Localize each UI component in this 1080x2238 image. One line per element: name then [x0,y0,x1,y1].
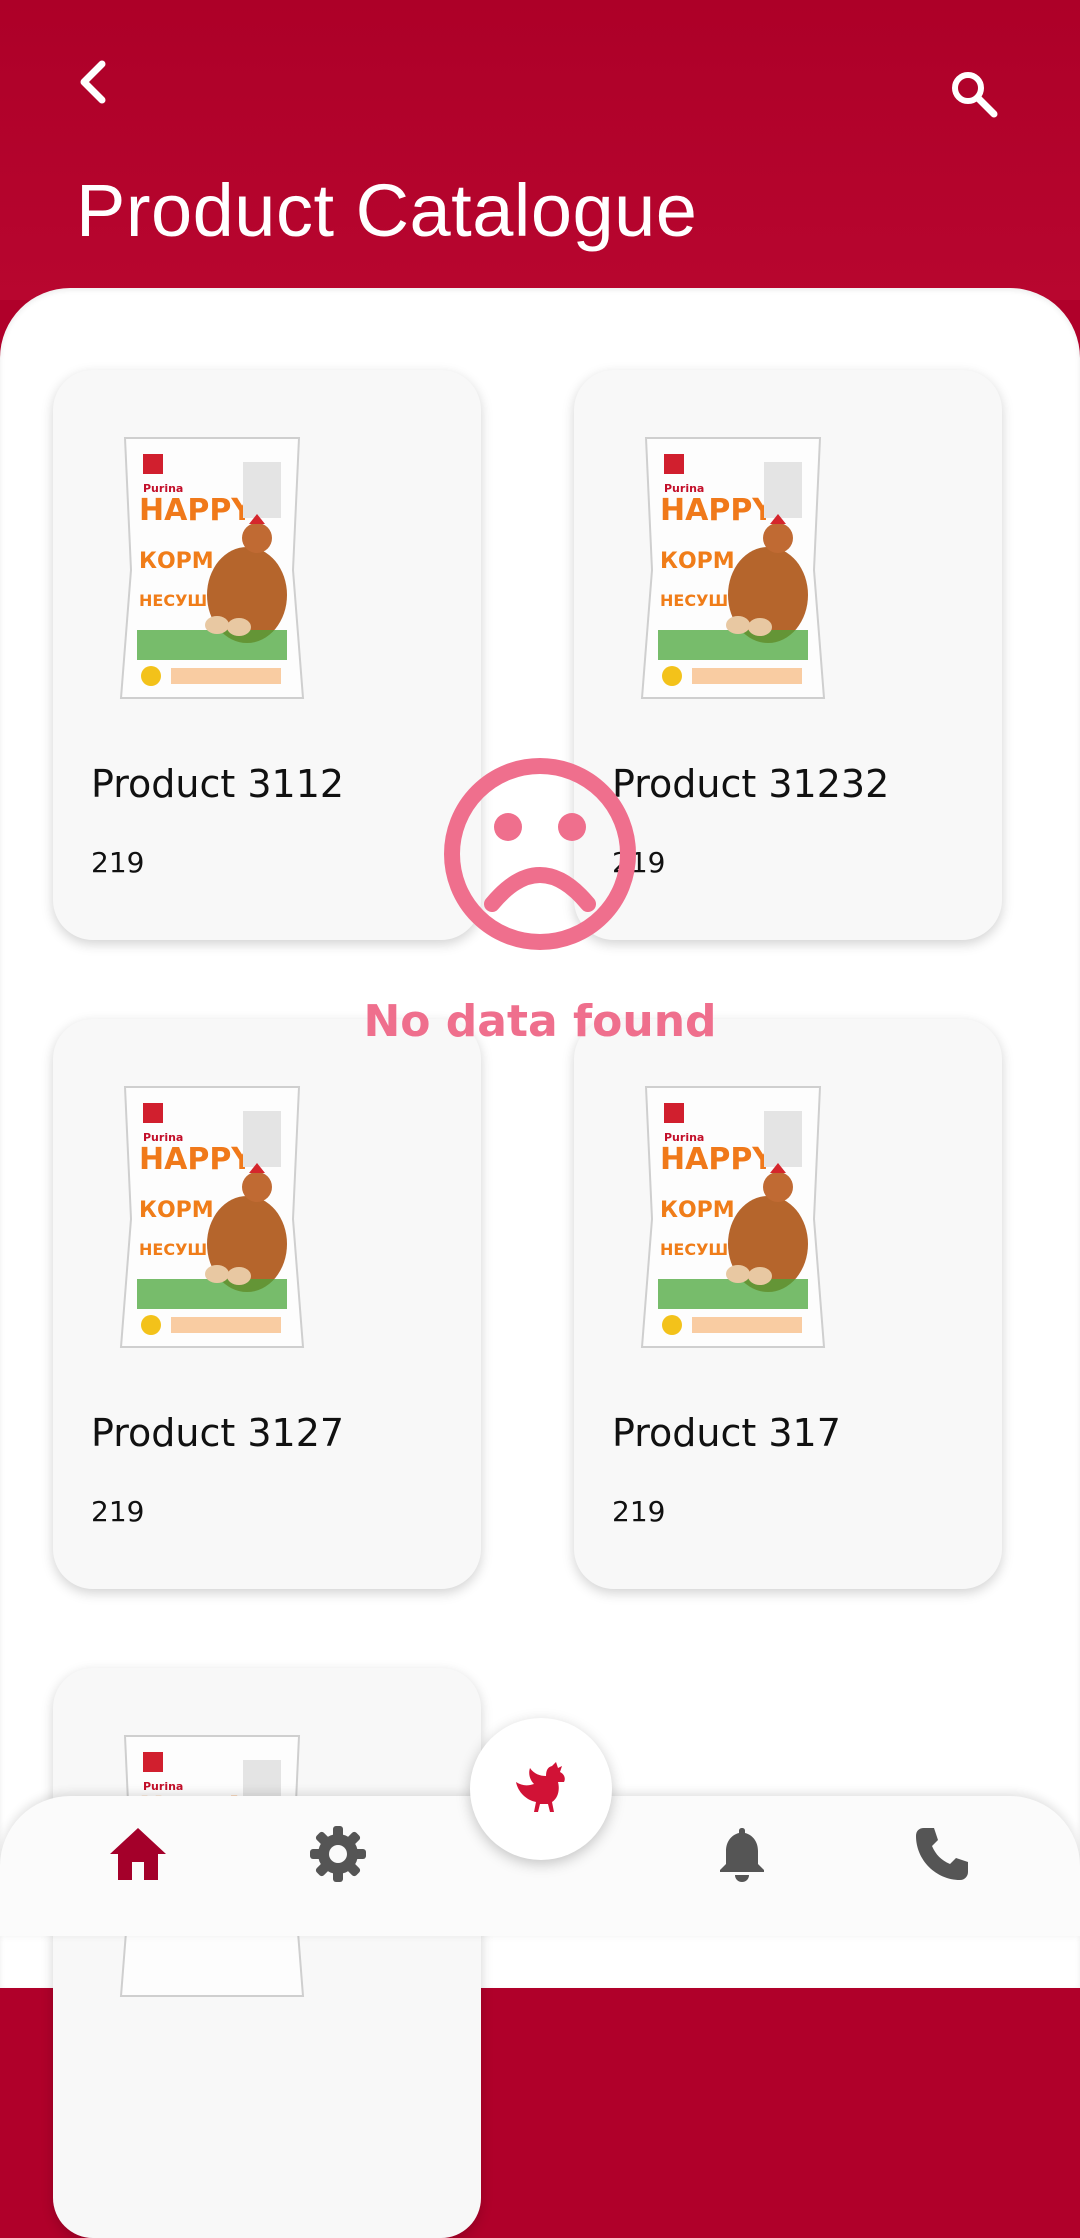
product-image: Purina HAPPY КОРМ НЕСУШЕК [640,437,826,699]
home-icon[interactable] [106,1822,170,1886]
svg-text:КОРМ: КОРМ [139,1198,214,1223]
product-card[interactable]: Purina HAPPY КОРМ НЕСУШЕК Product 317 21… [574,1019,1002,1589]
app-header: Product Catalogue [0,0,1080,300]
product-name: Product 3127 [91,1411,345,1455]
product-card[interactable]: Purina HAPPY [53,1668,481,2238]
product-image: Purina HAPPY КОРМ НЕСУШЕК [640,1086,826,1348]
settings-gear-icon[interactable] [306,1822,370,1886]
search-icon[interactable] [946,66,1002,122]
product-name: Product 317 [612,1411,841,1455]
svg-text:КОРМ: КОРМ [660,1198,735,1223]
svg-text:КОРМ: КОРМ [660,549,735,574]
svg-text:HAPPY: HAPPY [660,1142,775,1177]
product-image: Purina HAPPY КОРМ НЕСУШЕК [119,437,305,699]
svg-text:HAPPY: HAPPY [660,493,775,528]
bell-icon[interactable] [710,1822,774,1886]
product-price: 219 [612,1495,666,1528]
chicken-fab-button[interactable] [470,1718,612,1860]
empty-state-message: No data found [363,996,717,1047]
product-name: Product 3112 [91,762,345,806]
product-name: Product 31232 [612,762,890,806]
page-title: Product Catalogue [76,169,698,252]
back-button[interactable] [68,56,120,108]
product-price: 219 [91,1495,145,1528]
phone-icon[interactable] [910,1822,974,1886]
product-price: 219 [91,846,145,879]
svg-text:HAPPY: HAPPY [139,1142,254,1177]
sad-face-icon [444,758,636,950]
product-image: Purina HAPPY КОРМ НЕСУШЕК [119,1086,305,1348]
product-card[interactable]: Purina HAPPY КОРМ НЕСУШЕК Product 3112 2… [53,370,481,940]
product-card[interactable]: Purina HAPPY КОРМ НЕСУШЕК Product 3127 2… [53,1019,481,1589]
svg-text:HAPPY: HAPPY [139,493,254,528]
svg-text:КОРМ: КОРМ [139,549,214,574]
chicken-icon [516,1762,565,1812]
